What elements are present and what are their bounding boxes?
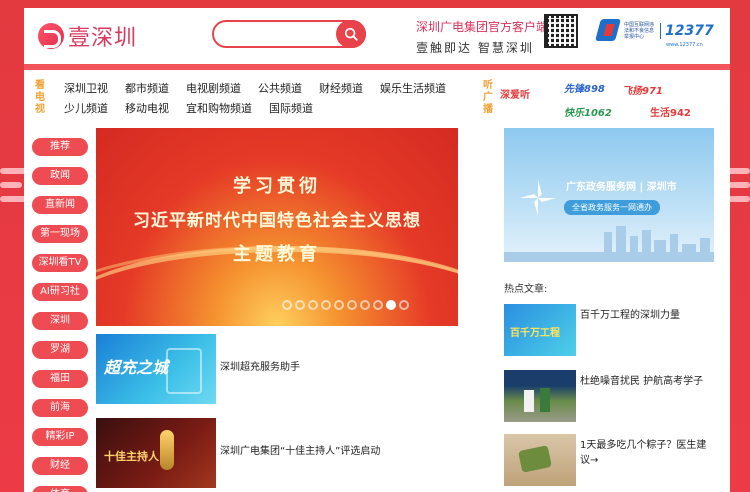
- microphone-icon: [160, 430, 174, 470]
- hot-article-title: 百千万工程的深圳力量: [580, 310, 680, 321]
- search-button[interactable]: [336, 20, 366, 48]
- hot-article-thumb: [504, 370, 576, 422]
- channel-link[interactable]: 宜和购物频道: [186, 100, 252, 116]
- tv-channels: 深圳卫视 都市频道 电视剧频道 公共频道 财经频道 娱乐生活频道 少儿频道 移动电视 宜和购物…: [64, 78, 464, 118]
- side-menu-item[interactable]: 财经: [32, 457, 88, 475]
- qr-code-icon: [544, 14, 578, 48]
- hot-article-thumb: [504, 434, 576, 486]
- side-menu-item[interactable]: 第一现场: [32, 225, 88, 243]
- main-banner[interactable]: 学习贯彻 习近平新时代中国特色社会主义思想 主题教育: [96, 128, 458, 326]
- carousel-dot[interactable]: [295, 300, 305, 310]
- channel-link[interactable]: 深圳卫视: [64, 80, 108, 96]
- radio-channels: 深爱听 先锋898 快乐1062 飞扬971 生活942: [498, 78, 728, 124]
- logo-text: 壹深圳: [68, 26, 138, 51]
- side-menu: 推荐政闻直新闻第一现场深圳看TV AI研习社深圳罗湖福田前海精彩IP 财经体育: [32, 138, 90, 492]
- radio-xianfeng[interactable]: 先锋898: [564, 80, 605, 95]
- site-header: 壹深圳 深圳广电集团官方客户端 壹触即达 智慧深圳 中国互联网违法和不良信息举报…: [24, 8, 730, 64]
- carousel-dot[interactable]: [282, 300, 292, 310]
- side-menu-item[interactable]: 直新闻: [32, 196, 88, 214]
- hot-article-3[interactable]: 1天最多吃几个粽子？医生建议→: [504, 434, 714, 488]
- channel-link[interactable]: 娱乐生活频道: [380, 80, 446, 96]
- feature-title-1[interactable]: 深圳超充服务助手: [220, 358, 300, 373]
- side-menu-item[interactable]: 推荐: [32, 138, 88, 156]
- carousel-dot[interactable]: [347, 300, 357, 310]
- channel-nav: 看电视 深圳卫视 都市频道 电视剧频道 公共频道 财经频道 娱乐生活频道 少儿频道 移动电视…: [24, 64, 730, 124]
- radio-kuaile[interactable]: 快乐1062: [564, 104, 612, 119]
- hot-articles-title: 热点文章:: [504, 284, 548, 295]
- side-menu-item[interactable]: 福田: [32, 370, 88, 388]
- city-skyline-image: [504, 226, 714, 262]
- zongzi-icon: [518, 445, 552, 473]
- side-menu-item[interactable]: 体育: [32, 486, 88, 492]
- channel-link[interactable]: 移动电视: [125, 100, 169, 116]
- hotline-org: 中国互联网违法和不良信息举报中心: [624, 22, 655, 40]
- channel-link[interactable]: 财经频道: [319, 80, 363, 96]
- hot-article-thumb: 百千万工程: [504, 304, 576, 356]
- channel-link[interactable]: 公共频道: [258, 80, 302, 96]
- search-box: [212, 20, 366, 48]
- side-menu-item[interactable]: 深圳: [32, 312, 88, 330]
- side-menu-item[interactable]: 深圳看TV: [32, 254, 88, 272]
- channel-link[interactable]: 国际频道: [269, 100, 313, 116]
- feature-thumb-hosts[interactable]: 十佳主持人: [96, 418, 216, 488]
- main-container: 壹深圳 深圳广电集团官方客户端 壹触即达 智慧深圳 中国互联网违法和不良信息举报…: [24, 8, 730, 492]
- carousel-dot[interactable]: [360, 300, 370, 310]
- client-promo[interactable]: 深圳广电集团官方客户端 壹触即达 智慧深圳: [416, 18, 549, 56]
- feature-title-2[interactable]: 深圳广电集团“十佳主持人”评选启动: [220, 442, 380, 457]
- feature-thumb-chargers[interactable]: 超充之城: [96, 334, 216, 404]
- side-menu-item[interactable]: 罗湖: [32, 341, 88, 359]
- side-menu-item[interactable]: AI研习社: [32, 283, 88, 301]
- hot-article-2[interactable]: 杜绝噪音扰民 护航高考学子: [504, 370, 714, 424]
- carousel-dot[interactable]: [334, 300, 344, 310]
- carousel-dot[interactable]: [373, 300, 383, 310]
- side-menu-item[interactable]: 前海: [32, 399, 88, 417]
- banner-line-1: 学习贯彻: [233, 176, 321, 197]
- radio-shenghuo[interactable]: 生活942: [650, 104, 691, 119]
- channel-link[interactable]: 少儿频道: [64, 100, 108, 116]
- report-center-icon: [596, 16, 620, 46]
- hotline-number: 12377: [660, 23, 714, 39]
- gov-ad-title: 广东政务服务网 | 深圳市: [566, 182, 677, 193]
- gov-service-logo-icon: [520, 180, 556, 216]
- channel-link[interactable]: 电视剧频道: [186, 80, 241, 96]
- feature-thumb-label: 十佳主持人: [104, 450, 159, 463]
- report-hotline[interactable]: 中国互联网违法和不良信息举报中心 12377 www.12377.cn: [596, 16, 714, 48]
- carousel-dots: [282, 300, 412, 310]
- banner-line-2: 习近平新时代中国特色社会主义思想: [133, 211, 421, 231]
- radio-shen-ting[interactable]: 深爱听: [500, 86, 530, 101]
- carousel-dot[interactable]: [308, 300, 318, 310]
- carousel-dot[interactable]: [386, 300, 396, 310]
- channel-link[interactable]: 都市频道: [125, 80, 169, 96]
- hotline-url: www.12377.cn: [666, 42, 703, 48]
- search-icon: [344, 27, 358, 41]
- hot-article-1[interactable]: 百千万工程 百千万工程的深圳力量: [504, 304, 714, 358]
- radio-tag: 听广播: [483, 80, 493, 115]
- feature-thumb-label: 超充之城: [104, 358, 169, 377]
- logo-icon: [38, 23, 64, 49]
- search-input[interactable]: [224, 25, 334, 43]
- carousel-dot[interactable]: [321, 300, 331, 310]
- site-logo[interactable]: 壹深圳: [38, 20, 137, 52]
- client-title: 深圳广电集团官方客户端: [416, 20, 549, 34]
- hot-article-title: 杜绝噪音扰民 护航高考学子: [580, 376, 704, 387]
- banner-line-3: 主题教育: [233, 244, 321, 265]
- client-subtitle: 壹触即达 智慧深圳: [416, 41, 534, 55]
- gov-ad-subtitle: 全省政务服务一网通办: [564, 200, 660, 215]
- tv-tag: 看电视: [35, 80, 45, 115]
- channel-row-2: 少儿频道 移动电视 宜和购物频道 国际频道: [64, 98, 464, 118]
- carousel-dot[interactable]: [399, 300, 409, 310]
- channel-row-1: 深圳卫视 都市频道 电视剧频道 公共频道 财经频道 娱乐生活频道: [64, 78, 464, 98]
- gov-service-ad[interactable]: 广东政务服务网 | 深圳市 全省政务服务一网通办: [504, 128, 714, 262]
- radio-feiyang[interactable]: 飞扬971: [622, 82, 663, 97]
- side-menu-item[interactable]: 政闻: [32, 167, 88, 185]
- hot-article-title: 1天最多吃几个粽子？医生建议→: [580, 440, 707, 466]
- side-menu-item[interactable]: 精彩IP: [32, 428, 88, 446]
